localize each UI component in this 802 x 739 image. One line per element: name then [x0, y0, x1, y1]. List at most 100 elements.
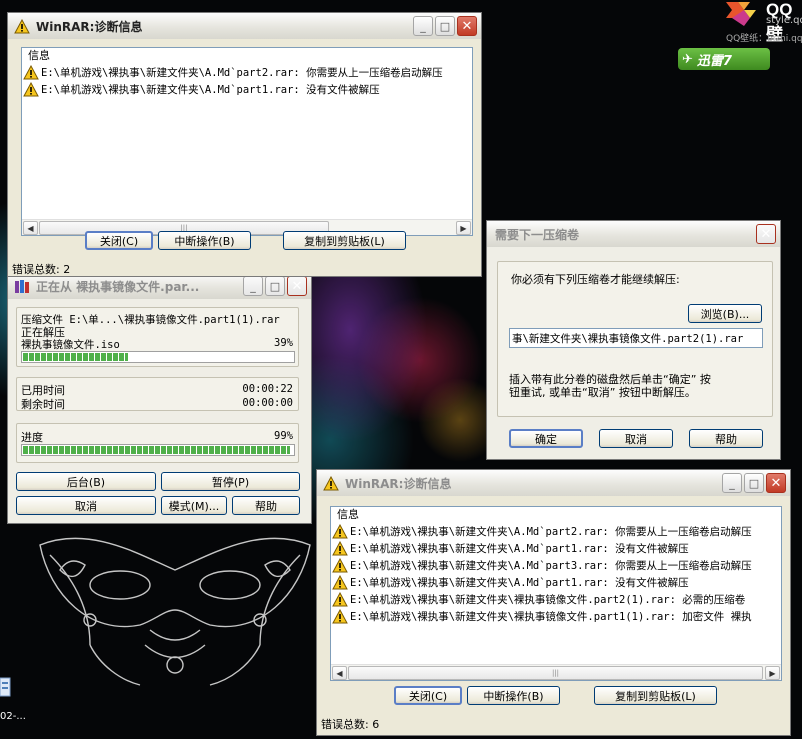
- progress-window-buttons: _ □ ✕: [243, 276, 307, 296]
- list-item[interactable]: E:\单机游戏\裸执事\新建文件夹\A.Md`part1.rar: 没有文件被解…: [22, 81, 472, 98]
- diag-top-title: WinRAR:诊断信息: [36, 19, 143, 34]
- list-item[interactable]: E:\单机游戏\裸执事\新建文件夹\A.Md`part2.rar: 你需要从上一…: [22, 64, 472, 81]
- list-item-text: E:\单机游戏\裸执事\新建文件夹\A.Md`part1.rar: 没有文件被解…: [41, 84, 380, 96]
- diag-top-titlebar[interactable]: WinRAR:诊断信息 _ □ ✕: [8, 13, 481, 39]
- mask-wallpaper-icon: [39, 537, 311, 686]
- list-item[interactable]: E:\单机游戏\裸执事\新建文件夹\A.Md`part1.rar: 没有文件被解…: [331, 540, 781, 557]
- warning-icon: [332, 575, 348, 590]
- maximize-button[interactable]: □: [265, 276, 285, 296]
- abort-button[interactable]: 中断操作(B): [158, 231, 251, 250]
- total-progress-fill: [23, 446, 291, 454]
- xunlei-widget[interactable]: ✈ 迅雷7: [678, 48, 770, 70]
- list-item-text: E:\单机游戏\裸执事\新建文件夹\裸执事镜像文件.part1(1).rar: …: [350, 611, 752, 623]
- warning-icon: [332, 524, 348, 539]
- diag-bottom-titlebar[interactable]: WinRAR:诊断信息 _ □ ✕: [317, 470, 790, 496]
- diag-bottom-window-buttons: _ □ ✕: [722, 473, 786, 493]
- desktop-file-label[interactable]: 02-...: [0, 711, 26, 722]
- progress-title: 正在从 裸执事镜像文件.par...: [36, 279, 200, 294]
- list-item[interactable]: E:\单机游戏\裸执事\新建文件夹\裸执事镜像文件.part2(1).rar: …: [331, 591, 781, 608]
- minimize-button[interactable]: _: [243, 276, 263, 296]
- remaining-value: 00:00:00: [242, 397, 293, 409]
- elapsed-value: 00:00:22: [242, 383, 293, 395]
- minimize-button[interactable]: _: [413, 16, 433, 36]
- scroll-right-icon[interactable]: ▶: [456, 221, 471, 235]
- copy-clipboard-button[interactable]: 复制到剪贴板(L): [594, 686, 717, 705]
- list-item[interactable]: E:\单机游戏\裸执事\新建文件夹\A.Md`part2.rar: 你需要从上一…: [331, 523, 781, 540]
- warning-icon: [23, 82, 39, 97]
- list-item-text: E:\单机游戏\裸执事\新建文件夹\A.Md`part2.rar: 你需要从上一…: [41, 67, 443, 79]
- total-progress-label: 进度: [21, 431, 43, 444]
- total-percent: 99%: [274, 430, 293, 442]
- extract-progress-window: 正在从 裸执事镜像文件.par... _ □ ✕ 压缩文件 E:\单...\裸执…: [7, 272, 312, 524]
- warning-icon: [23, 65, 39, 80]
- pause-button[interactable]: 暂停(P): [161, 472, 300, 491]
- diag-bottom-list[interactable]: 信息 E:\单机游戏\裸执事\新建文件夹\A.Md`part2.rar: 你需要…: [330, 506, 782, 681]
- desktop-file-icon[interactable]: [0, 676, 12, 698]
- diag-top-window-buttons: _ □ ✕: [413, 16, 477, 36]
- diag-bottom-title: WinRAR:诊断信息: [345, 476, 452, 491]
- scroll-thumb[interactable]: |||: [348, 666, 763, 680]
- error-count: 错误总数: 2: [12, 263, 71, 276]
- next-volume-window-buttons: ✕: [756, 224, 776, 244]
- horizontal-scrollbar[interactable]: ◀ ||| ▶: [331, 664, 781, 680]
- diag-top-list[interactable]: 信息 E:\单机游戏\裸执事\新建文件夹\A.Md`part2.rar: 你需要…: [21, 47, 473, 236]
- cancel-extract-button[interactable]: 取消: [16, 496, 156, 515]
- list-item-text: E:\单机游戏\裸执事\新建文件夹\A.Md`part1.rar: 没有文件被解…: [350, 543, 689, 555]
- volume-hint-line2: 钮重试, 或单击“取消” 按钮中断解压。: [509, 386, 696, 399]
- mode-button[interactable]: 模式(M)...: [161, 496, 227, 515]
- abort-button[interactable]: 中断操作(B): [467, 686, 560, 705]
- maximize-button[interactable]: □: [744, 473, 764, 493]
- minimize-button[interactable]: _: [722, 473, 742, 493]
- warning-icon: [332, 609, 348, 624]
- help-button[interactable]: 帮助: [689, 429, 763, 448]
- close-window-button[interactable]: ✕: [457, 16, 477, 36]
- list-column-header[interactable]: 信息: [331, 507, 781, 523]
- total-progress-bar: [21, 444, 295, 456]
- list-column-header[interactable]: 信息: [22, 48, 472, 64]
- xunlei-bird-icon: ✈: [682, 51, 693, 67]
- next-volume-titlebar[interactable]: 需要下一压缩卷 ✕: [487, 221, 780, 247]
- background-button[interactable]: 后台(B): [16, 472, 156, 491]
- help-button[interactable]: 帮助: [232, 496, 300, 515]
- diag-top-rows: E:\单机游戏\裸执事\新建文件夹\A.Md`part2.rar: 你需要从上一…: [22, 64, 472, 98]
- file-progress-fill: [23, 353, 129, 361]
- warning-icon: [323, 475, 339, 490]
- file-percent: 39%: [274, 337, 293, 349]
- total-progress-group: [16, 423, 299, 463]
- current-file: 裸执事镜像文件.iso: [21, 339, 120, 351]
- qq-wallpaper-label: QQ壁纸：bizhi.qq: [726, 34, 802, 44]
- close-window-button[interactable]: ✕: [766, 473, 786, 493]
- qq-subtitle: style.qq: [766, 15, 802, 26]
- copy-clipboard-button[interactable]: 复制到剪贴板(L): [283, 231, 406, 250]
- diagnostic-window-bottom: WinRAR:诊断信息 _ □ ✕ 信息 E:\单机游戏\裸执事\新建文件夹\A…: [316, 469, 791, 736]
- list-item-text: E:\单机游戏\裸执事\新建文件夹\A.Md`part3.rar: 你需要从上一…: [350, 560, 752, 572]
- browse-button[interactable]: 浏览(B)...: [688, 304, 762, 323]
- volume-prompt: 你必须有下列压缩卷才能继续解压:: [511, 273, 680, 286]
- warning-icon: [332, 592, 348, 607]
- list-item[interactable]: E:\单机游戏\裸执事\新建文件夹\A.Md`part3.rar: 你需要从上一…: [331, 557, 781, 574]
- close-window-button[interactable]: ✕: [756, 224, 776, 244]
- maximize-button[interactable]: □: [435, 16, 455, 36]
- list-item[interactable]: E:\单机游戏\裸执事\新建文件夹\裸执事镜像文件.part1(1).rar: …: [331, 608, 781, 625]
- list-item[interactable]: E:\单机游戏\裸执事\新建文件夹\A.Md`part1.rar: 没有文件被解…: [331, 574, 781, 591]
- close-window-button[interactable]: ✕: [287, 276, 307, 296]
- volume-path-field[interactable]: 事\新建文件夹\裸执事镜像文件.part2(1).rar: [509, 328, 763, 348]
- close-button[interactable]: 关闭(C): [394, 686, 462, 705]
- warning-icon: [332, 541, 348, 556]
- file-progress-bar: [21, 351, 295, 363]
- xunlei-label: 迅雷7: [696, 53, 732, 69]
- scroll-right-icon[interactable]: ▶: [765, 666, 780, 680]
- next-volume-title: 需要下一压缩卷: [495, 227, 580, 242]
- scroll-left-icon[interactable]: ◀: [332, 666, 347, 680]
- list-item-text: E:\单机游戏\裸执事\新建文件夹\裸执事镜像文件.part2(1).rar: …: [350, 594, 746, 606]
- qq-logo-icon: [726, 2, 756, 26]
- remaining-label: 剩余时间: [21, 398, 65, 411]
- cancel-button[interactable]: 取消: [599, 429, 673, 448]
- warning-icon: [332, 558, 348, 573]
- diagnostic-window-top: WinRAR:诊断信息 _ □ ✕ 信息 E:\单机游戏\裸执事\新建文件夹\A…: [7, 12, 482, 277]
- list-item-text: E:\单机游戏\裸执事\新建文件夹\A.Md`part1.rar: 没有文件被解…: [350, 577, 689, 589]
- ok-button[interactable]: 确定: [509, 429, 583, 448]
- next-volume-dialog: 需要下一压缩卷 ✕ 你必须有下列压缩卷才能继续解压: 浏览(B)... 事\新建…: [486, 220, 781, 460]
- scroll-left-icon[interactable]: ◀: [23, 221, 38, 235]
- close-button[interactable]: 关闭(C): [85, 231, 153, 250]
